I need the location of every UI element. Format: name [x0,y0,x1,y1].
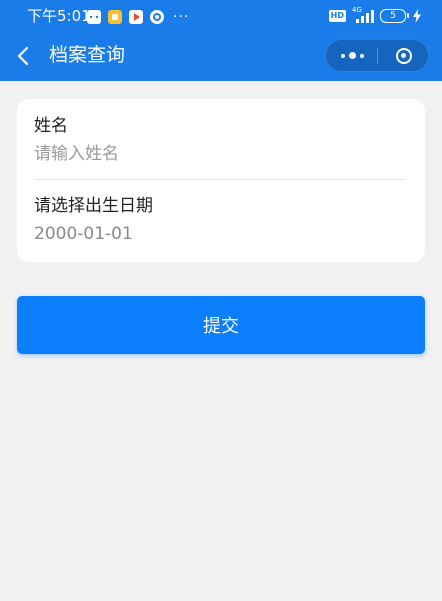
app-screen: 下午5:01 ··· HD 4G 5 档案查询 姓名 请输入姓名 请选择出生日期… [0,0,442,601]
browser-icon [150,9,164,24]
more-notifications-icon: ··· [173,8,190,25]
battery-icon: 5 [380,9,409,23]
close-mini-program-button[interactable] [378,40,429,71]
birth-date-field: 请选择出生日期 2000-01-01 [34,195,406,245]
more-dots-icon-right [359,53,364,58]
play-store-icon [129,9,143,24]
app-notification-icon [108,9,122,24]
system-indicators: HD 4G 5 [328,6,422,24]
more-menu-button[interactable] [326,40,378,71]
status-bar: 下午5:01 ··· HD 4G 5 [0,0,442,32]
status-time: 下午5:01 [27,7,91,25]
submit-button[interactable]: 提交 [17,296,425,354]
signal-icon: 4G [352,6,374,23]
charging-icon [413,9,421,23]
birth-date-picker[interactable]: 2000-01-01 [34,223,406,245]
field-divider [34,179,406,180]
query-form-card: 姓名 请选择出生日期 2000-01-01 [17,99,425,262]
battery-level: 5 [390,11,396,21]
name-input[interactable] [34,143,406,165]
name-field: 姓名 [34,115,406,165]
more-dots-icon-center [348,52,356,59]
notification-icons: ··· [87,9,189,24]
navigation-bar: 档案查询 [0,32,442,81]
hd-icon: HD [328,10,346,22]
network-type-label: 4G [352,6,362,14]
message-icon [87,9,101,24]
back-button[interactable] [12,44,36,68]
mini-program-capsule [325,39,429,72]
more-dots-icon [340,53,345,58]
birth-date-label: 请选择出生日期 [34,196,153,216]
page-title: 档案查询 [49,44,126,66]
name-label: 姓名 [34,116,68,136]
target-close-icon [395,47,412,64]
